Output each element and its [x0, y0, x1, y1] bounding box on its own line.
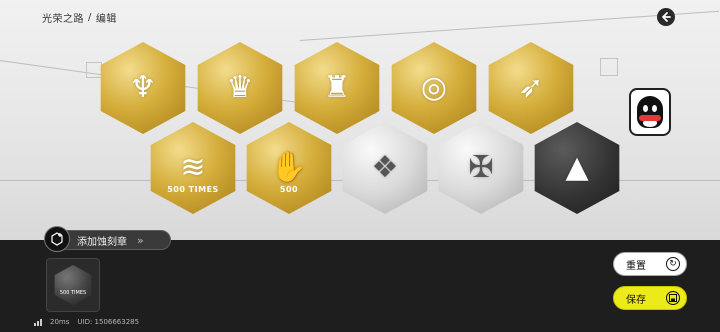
add-hex-glyph	[51, 232, 63, 246]
breadcrumb-current: 编辑	[95, 14, 117, 25]
trident-crest-icon: ♆	[129, 70, 157, 105]
badge-caption: 500	[279, 185, 299, 194]
equipped-badge-icon: 500 TIMES	[54, 265, 92, 305]
equipped-badge-caption: 500 TIMES	[59, 290, 87, 296]
qq-eye-left	[643, 105, 648, 112]
reset-button[interactable]: 重置 ↻	[613, 252, 687, 276]
refresh-icon: ↻	[666, 257, 680, 271]
qq-scarf	[639, 115, 661, 121]
add-badge-label: 添加蚀刻章	[77, 236, 127, 248]
qq-avatar[interactable]	[629, 88, 671, 136]
decor-bracket	[86, 62, 102, 78]
equipped-badge-slot[interactable]: 500 TIMES	[46, 258, 100, 312]
chevron-stripes-icon: ≋	[180, 150, 206, 185]
badge-caption: 500 TIMES	[167, 185, 219, 194]
save-label: 保存	[626, 294, 646, 306]
status-bar: 20ms UID: 1506663285	[34, 318, 139, 326]
qq-eye-right	[652, 105, 657, 112]
save-button[interactable]: 保存	[613, 286, 687, 310]
save-icon	[666, 291, 680, 305]
tower-icon: ♜	[323, 70, 351, 105]
add-hex-icon[interactable]	[44, 226, 70, 252]
breadcrumb-root[interactable]: 光荣之路	[42, 10, 84, 25]
diamond-emblem-icon: ❖	[371, 150, 399, 185]
handshake-icon: ✋	[270, 150, 308, 185]
uid-value: UID: 1506663285	[77, 318, 140, 326]
arrow-triangle-icon: ➶	[518, 70, 544, 105]
save-glyph	[669, 294, 677, 302]
breadcrumb: 光荣之路 / 编辑	[42, 10, 117, 25]
double-chevron-icon: »	[137, 233, 144, 247]
breadcrumb-separator: /	[88, 12, 92, 23]
back-arrow-glyph	[662, 12, 671, 22]
reset-label: 重置	[626, 260, 646, 272]
target-rings-icon: ◎	[420, 70, 448, 105]
decor-bracket	[600, 58, 618, 76]
cross-emblem-icon: ✠	[468, 150, 494, 185]
signal-icon	[34, 318, 42, 326]
qq-penguin-icon	[637, 96, 663, 128]
crown-wreath-icon: ♛	[226, 70, 254, 105]
ping-value: 20ms	[50, 318, 70, 326]
back-arrow-icon[interactable]	[657, 8, 675, 26]
spire-emblem-icon: ▲	[565, 150, 589, 185]
